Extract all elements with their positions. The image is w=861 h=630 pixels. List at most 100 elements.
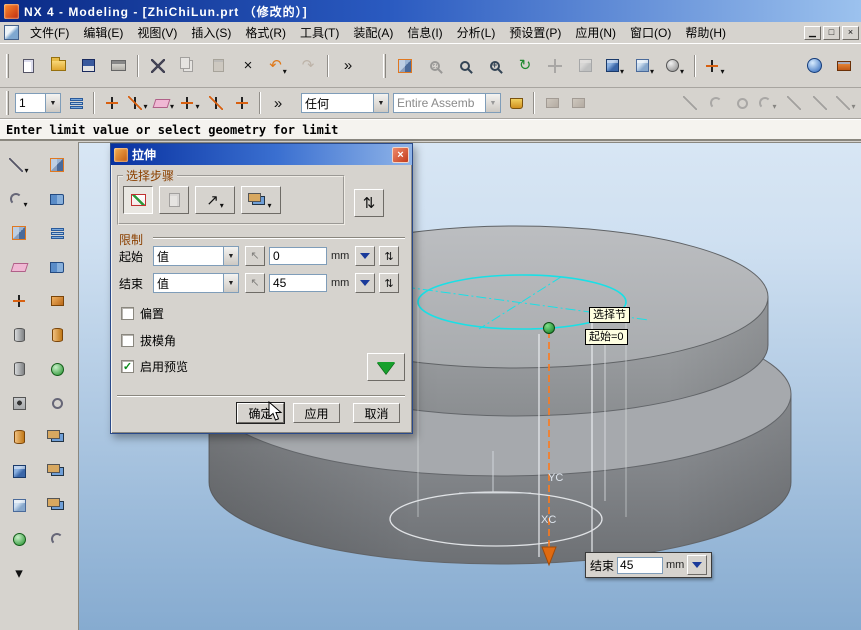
reverse-direction-button[interactable]: ⇅	[354, 189, 384, 217]
menu-edit[interactable]: 编辑(E)	[76, 21, 130, 44]
menu-application[interactable]: 应用(N)	[568, 21, 623, 44]
boss-icon[interactable]	[5, 423, 33, 451]
menu-tools[interactable]: 工具(T)	[293, 21, 346, 44]
layer-settings-icon[interactable]	[64, 91, 88, 115]
edit-object-display-icon[interactable]	[504, 91, 528, 115]
more-features-chevron[interactable]: ▾	[5, 559, 33, 587]
save-icon[interactable]	[74, 52, 102, 80]
pad-icon[interactable]	[5, 491, 33, 519]
menu-view[interactable]: 视图(V)	[130, 21, 184, 44]
resource-bar-icon[interactable]	[830, 52, 858, 80]
toolbar-grip[interactable]	[6, 91, 9, 115]
cancel-button[interactable]: 取消	[353, 403, 400, 423]
intersect-icon[interactable]	[43, 491, 71, 519]
print-icon[interactable]	[104, 52, 132, 80]
end-limit-options-button[interactable]	[687, 555, 707, 575]
end-reverse-button[interactable]: ⇅	[379, 273, 399, 293]
menu-help[interactable]: 帮助(H)	[678, 21, 733, 44]
direction-button[interactable]: ↗	[195, 186, 235, 214]
wcs-dynamics-icon[interactable]	[204, 91, 228, 115]
child-restore-button[interactable]: □	[823, 26, 840, 40]
start-mode-combo[interactable]: 值▼	[153, 246, 239, 266]
sphere-primitive-icon[interactable]	[43, 355, 71, 383]
arc-tool-icon	[704, 91, 728, 115]
snap-point-icon[interactable]	[701, 52, 729, 80]
end-options-button[interactable]	[355, 273, 375, 293]
toolbar-overflow-chevron[interactable]: »	[334, 52, 362, 80]
expressions-icon[interactable]	[43, 185, 71, 213]
toolbar-overflow-chevron[interactable]: »	[266, 91, 290, 115]
child-minimize-button[interactable]: ▁	[804, 26, 821, 40]
menu-window[interactable]: 窗口(O)	[623, 21, 678, 44]
pocket-icon[interactable]	[5, 457, 33, 485]
dialog-close-button[interactable]: ×	[392, 147, 409, 163]
profile-line-icon[interactable]	[5, 151, 33, 179]
part-window-icon[interactable]	[4, 25, 19, 40]
ok-button[interactable]: 确定	[237, 403, 284, 423]
fit-view-icon[interactable]	[391, 52, 419, 80]
task-sketch-icon[interactable]	[43, 151, 71, 179]
menu-preferences[interactable]: 预设置(P)	[502, 21, 568, 44]
window-titlebar[interactable]: NX 4 - Modeling - [ZhiChiLun.prt （修改的）]	[0, 0, 861, 22]
menu-format[interactable]: 格式(R)	[238, 21, 293, 44]
web-browser-icon[interactable]	[800, 52, 828, 80]
zoom-icon[interactable]	[451, 52, 479, 80]
point-constructor-icon[interactable]	[100, 91, 124, 115]
datum-csys-icon[interactable]	[5, 287, 33, 315]
child-close-button[interactable]: ×	[842, 26, 859, 40]
undo-icon[interactable]: ↶	[264, 52, 292, 80]
datum-plane-icon[interactable]	[5, 253, 33, 281]
draft-checkbox[interactable]	[121, 334, 134, 347]
toolbar-grip[interactable]	[383, 54, 386, 78]
rotate-view-icon[interactable]: ↻	[511, 52, 539, 80]
datum-csys-icon[interactable]	[178, 91, 202, 115]
edge-blend-icon[interactable]	[43, 525, 71, 553]
end-unit-label: mm	[331, 277, 351, 289]
offset-checkbox[interactable]	[121, 307, 134, 320]
work-layer-combo[interactable]: 1▼	[15, 93, 61, 113]
hole-icon[interactable]	[5, 389, 33, 417]
start-reverse-button[interactable]: ⇅	[379, 246, 399, 266]
delete-icon[interactable]: ×	[234, 52, 262, 80]
block-icon[interactable]	[43, 287, 71, 315]
datum-plane-icon[interactable]	[152, 91, 176, 115]
show-preview-button[interactable]	[367, 353, 405, 381]
assembly-navigator-icon[interactable]	[43, 253, 71, 281]
dialog-titlebar[interactable]: 拉伸 ×	[111, 144, 412, 165]
end-value-input[interactable]	[269, 274, 327, 292]
new-file-icon[interactable]	[14, 52, 42, 80]
menu-information[interactable]: 信息(I)	[400, 21, 449, 44]
menu-assemblies[interactable]: 装配(A)	[346, 21, 400, 44]
datum-axis-icon[interactable]	[126, 91, 150, 115]
sphere-icon[interactable]	[5, 525, 33, 553]
part-navigator-icon[interactable]	[43, 219, 71, 247]
render-style-icon[interactable]	[661, 52, 689, 80]
menu-insert[interactable]: 插入(S)	[184, 21, 238, 44]
end-mode-combo[interactable]: 值▼	[153, 273, 239, 293]
cut-icon[interactable]	[144, 52, 172, 80]
boolean-button[interactable]	[241, 186, 281, 214]
cylinder-icon[interactable]	[43, 321, 71, 349]
zoom-in-out-icon[interactable]	[481, 52, 509, 80]
orient-wcs-icon[interactable]	[230, 91, 254, 115]
end-limit-value-input[interactable]	[617, 557, 663, 574]
section-select-button[interactable]	[123, 186, 153, 214]
start-value-input[interactable]	[269, 247, 327, 265]
preview-checkbox[interactable]: ✓	[121, 360, 134, 373]
open-file-icon[interactable]	[44, 52, 72, 80]
unite-icon[interactable]	[43, 423, 71, 451]
menu-file[interactable]: 文件(F)	[23, 21, 76, 44]
revolve-icon[interactable]	[5, 355, 33, 383]
apply-button[interactable]: 应用	[293, 403, 340, 423]
subtract-icon[interactable]	[43, 457, 71, 485]
arc-icon[interactable]	[5, 185, 33, 213]
sketch-icon[interactable]	[5, 219, 33, 247]
extrude-icon[interactable]	[5, 321, 33, 349]
menu-analysis[interactable]: 分析(L)	[450, 21, 503, 44]
display-mode-icon[interactable]	[631, 52, 659, 80]
shaded-view-icon[interactable]	[601, 52, 629, 80]
toolbar-grip[interactable]	[6, 54, 9, 78]
selection-filter-combo[interactable]: 任何▼	[301, 93, 389, 113]
cone-icon[interactable]	[43, 389, 71, 417]
start-options-button[interactable]	[355, 246, 375, 266]
